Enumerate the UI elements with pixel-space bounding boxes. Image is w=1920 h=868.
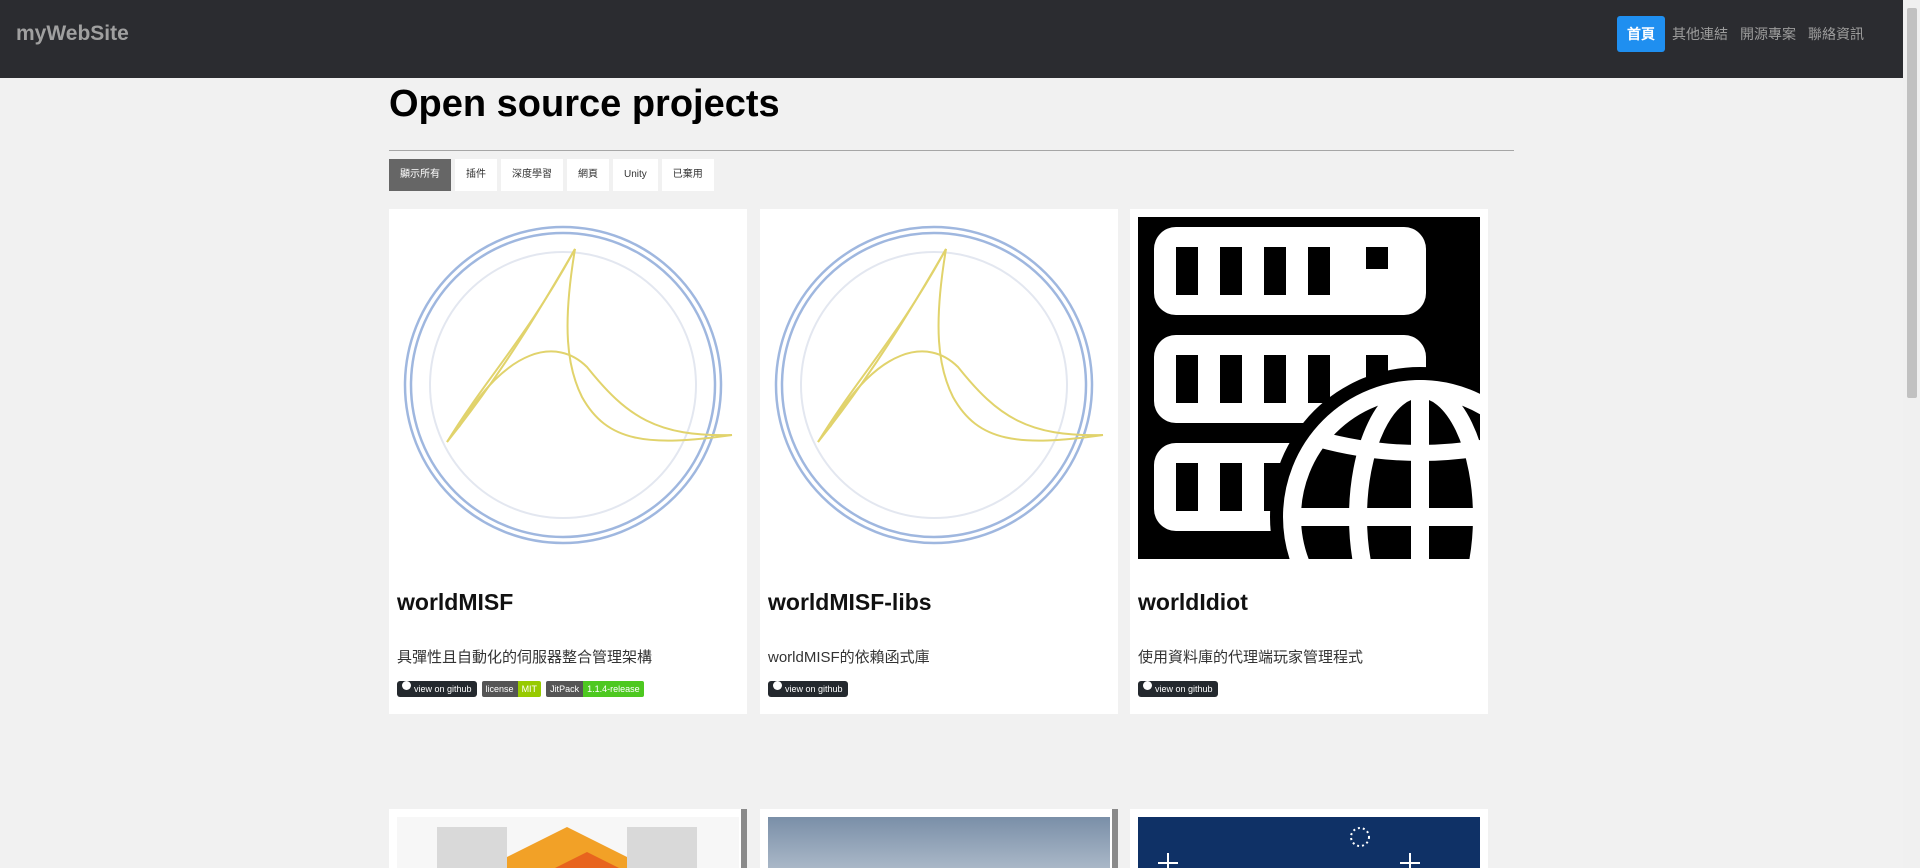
worldmisf-logo	[397, 217, 739, 559]
page-title: Open source projects	[389, 83, 780, 125]
project-card-partial[interactable]	[389, 809, 747, 868]
filter-unity[interactable]: Unity	[613, 159, 658, 191]
view-on-github-badge[interactable]: view on github	[1138, 681, 1218, 697]
project-name[interactable]: worldMISF-libs	[768, 589, 932, 616]
project-name[interactable]: worldIdiot	[1138, 589, 1248, 616]
top-navbar: myWebSite 首頁 其他連結 開源專案 聯絡資訊	[0, 0, 1903, 78]
project-card-partial[interactable]	[1130, 809, 1488, 868]
badge-row: view on github	[768, 681, 853, 697]
title-divider	[389, 150, 1514, 151]
filter-web[interactable]: 網頁	[567, 159, 609, 191]
github-icon	[773, 681, 782, 690]
badge-row: view on github license MIT JitPack 1.1.4…	[397, 681, 649, 697]
view-on-github-badge[interactable]: view on github	[768, 681, 848, 697]
main-content: Open source projects 顯示所有 插件 深度學習 網頁 Uni…	[389, 78, 1514, 868]
nav-item-open-source[interactable]: 開源專案	[1735, 16, 1801, 52]
jitpack-badge[interactable]: JitPack 1.1.4-release	[546, 681, 644, 697]
project-card[interactable]: worldIdiot 使用資料庫的代理端玩家管理程式 view on githu…	[1130, 209, 1488, 714]
card-edge	[1112, 809, 1118, 868]
jitpack-badge-value: 1.1.4-release	[583, 681, 644, 697]
project-card-partial[interactable]	[760, 809, 1118, 868]
card-edge	[741, 809, 747, 868]
project-thumbnail	[768, 817, 1110, 868]
server-globe-icon	[1138, 217, 1480, 559]
filter-deep-learning[interactable]: 深度學習	[501, 159, 563, 191]
project-description: 具彈性且自動化的伺服器整合管理架構	[397, 649, 653, 666]
filter-deprecated[interactable]: 已棄用	[661, 159, 714, 191]
project-name[interactable]: worldMISF	[397, 589, 513, 616]
project-card[interactable]: worldMISF 具彈性且自動化的伺服器整合管理架構 view on gith…	[389, 209, 747, 714]
view-on-github-badge[interactable]: view on github	[397, 681, 477, 697]
project-thumbnail	[1138, 817, 1480, 868]
project-description: worldMISF的依賴函式庫	[768, 649, 930, 666]
github-badge-label: view on github	[414, 684, 472, 694]
github-icon	[402, 681, 411, 690]
nav-menu: 首頁 其他連結 開源專案 聯絡資訊	[1615, 16, 1869, 52]
github-badge-label: view on github	[785, 684, 843, 694]
nav-item-home[interactable]: 首頁	[1617, 16, 1665, 52]
nav-item-other-links[interactable]: 其他連結	[1667, 16, 1733, 52]
worldmisf-libs-logo	[768, 217, 1110, 559]
filter-all[interactable]: 顯示所有	[389, 159, 451, 191]
github-icon	[1143, 681, 1152, 690]
project-description: 使用資料庫的代理端玩家管理程式	[1138, 649, 1364, 666]
license-badge-label: license	[481, 681, 518, 697]
scrollbar-thumb[interactable]	[1907, 8, 1917, 398]
filter-bar: 顯示所有 插件 深度學習 網頁 Unity 已棄用	[389, 159, 1514, 191]
project-card[interactable]: worldMISF-libs worldMISF的依賴函式庫 view on g…	[760, 209, 1118, 714]
project-thumbnail	[397, 817, 739, 868]
filter-plugin[interactable]: 插件	[455, 159, 497, 191]
github-badge-label: view on github	[1155, 684, 1213, 694]
page-scrollbar[interactable]	[1903, 0, 1920, 868]
jitpack-badge-label: JitPack	[546, 681, 584, 697]
license-badge[interactable]: license MIT	[481, 681, 542, 697]
badge-row: view on github	[1138, 681, 1223, 697]
license-badge-value: MIT	[517, 681, 542, 697]
nav-item-contact[interactable]: 聯絡資訊	[1803, 16, 1869, 52]
site-brand[interactable]: myWebSite	[16, 22, 129, 46]
